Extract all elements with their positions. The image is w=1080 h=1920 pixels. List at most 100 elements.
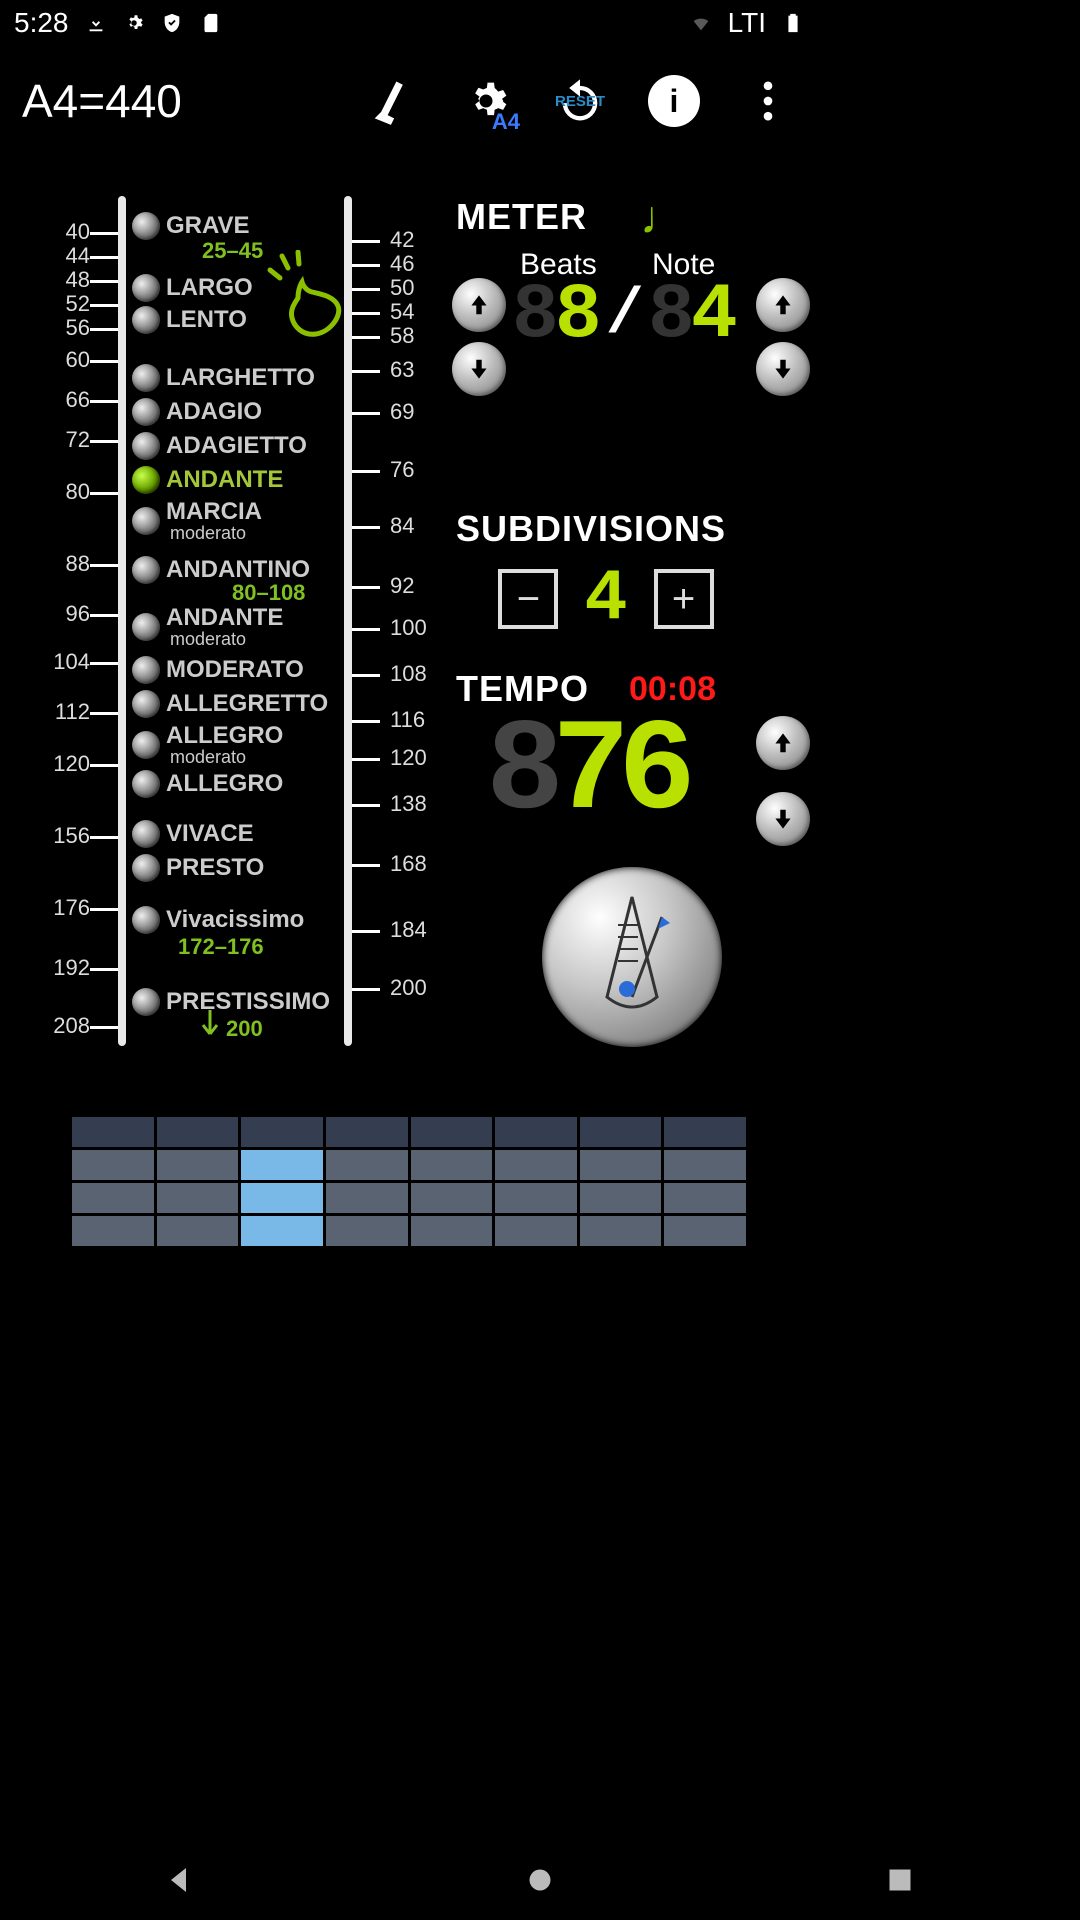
tempo-marking-lento[interactable]: LENTO xyxy=(132,306,247,334)
beat-cell[interactable] xyxy=(326,1117,408,1147)
scale-tick xyxy=(90,712,118,715)
beat-cell[interactable] xyxy=(411,1183,493,1213)
beat-cell[interactable] xyxy=(72,1216,154,1246)
a4-badge-label: A4 xyxy=(492,109,520,135)
beat-cell[interactable] xyxy=(241,1216,323,1246)
info-button[interactable]: i xyxy=(646,73,702,129)
scale-label: 96 xyxy=(66,601,90,627)
tempo-marking-prestissimo[interactable]: PRESTISSIMO xyxy=(132,988,330,1016)
scale-label: 69 xyxy=(390,399,414,425)
scale-label: 72 xyxy=(66,427,90,453)
tempo-marking-presto[interactable]: PRESTO xyxy=(132,854,264,882)
scale-label: 192 xyxy=(53,955,90,981)
beat-cell[interactable] xyxy=(580,1117,662,1147)
beat-cell[interactable] xyxy=(495,1150,577,1180)
back-button[interactable] xyxy=(162,1862,198,1898)
beat-cell[interactable] xyxy=(157,1183,239,1213)
metronome-icon xyxy=(542,867,722,1047)
marking-dot xyxy=(132,212,160,240)
meter-section: METER ♩ Beats Note 88 / 84 xyxy=(456,196,808,368)
marking-label: ANDANTE xyxy=(166,468,283,492)
tempo-marking-adagio[interactable]: ADAGIO xyxy=(132,398,262,426)
beat-cell[interactable] xyxy=(157,1216,239,1246)
battery-icon xyxy=(782,12,804,34)
tempo-marking-vivace[interactable]: VIVACE xyxy=(132,820,254,848)
beat-cell[interactable] xyxy=(326,1183,408,1213)
beat-cell[interactable] xyxy=(326,1150,408,1180)
tempo-marking-vivacissimo[interactable]: Vivacissimo xyxy=(132,906,304,934)
tempo-marking-moderato[interactable]: MODERATO xyxy=(132,656,304,684)
marking-dot xyxy=(132,432,160,460)
marking-dot xyxy=(132,274,160,302)
tempo-marking-adagietto[interactable]: ADAGIETTO xyxy=(132,432,307,460)
beat-cell[interactable] xyxy=(72,1117,154,1147)
beat-cell[interactable] xyxy=(495,1117,577,1147)
subdivisions-section: SUBDIVISIONS − 4 + xyxy=(456,508,808,640)
beat-cell[interactable] xyxy=(664,1183,746,1213)
tempo-marking-grave[interactable]: GRAVE xyxy=(132,212,250,240)
home-button[interactable] xyxy=(522,1862,558,1898)
status-time: 5:28 xyxy=(14,7,69,39)
beats-down-button[interactable] xyxy=(452,342,506,396)
beat-cell[interactable] xyxy=(495,1216,577,1246)
scale-label: 54 xyxy=(390,299,414,325)
tempo-marking-chart[interactable]: 25–45 80–108 172–176 200 404448525660667… xyxy=(10,196,430,1066)
beat-cell[interactable] xyxy=(664,1150,746,1180)
tempo-marking-andantino[interactable]: ANDANTINO xyxy=(132,556,310,584)
subdivisions-plus-button[interactable]: + xyxy=(654,569,714,629)
marking-dot xyxy=(132,364,160,392)
scale-tick xyxy=(352,336,380,339)
beat-grid[interactable] xyxy=(69,1114,749,1249)
overflow-menu-button[interactable] xyxy=(740,73,796,129)
tempo-marking-larghetto[interactable]: LARGHETTO xyxy=(132,364,315,392)
prestissimo-range: 200 xyxy=(226,1016,263,1042)
marking-label: ALLEGRETTO xyxy=(166,692,328,716)
tempo-marking-andante[interactable]: ANDANTE xyxy=(132,466,283,494)
beat-cell[interactable] xyxy=(411,1150,493,1180)
tempo-marking-marcia[interactable]: MARCIAmoderato xyxy=(132,500,262,542)
beat-cell[interactable] xyxy=(664,1216,746,1246)
tempo-down-button[interactable] xyxy=(756,792,810,846)
scale-tick xyxy=(352,674,380,677)
tempo-up-button[interactable] xyxy=(756,716,810,770)
beat-cell[interactable] xyxy=(241,1117,323,1147)
beats-up-button[interactable] xyxy=(452,278,506,332)
beat-cell[interactable] xyxy=(157,1150,239,1180)
marking-dot xyxy=(132,731,160,759)
status-network: LTI xyxy=(728,7,766,39)
beat-cell[interactable] xyxy=(580,1183,662,1213)
note-up-button[interactable] xyxy=(756,278,810,332)
tempo-marking-allegro[interactable]: ALLEGROmoderato xyxy=(132,724,283,766)
tempo-marking-andante[interactable]: ANDANTEmoderato xyxy=(132,606,283,648)
scale-tick xyxy=(90,400,118,403)
beat-cell[interactable] xyxy=(411,1117,493,1147)
beat-cell[interactable] xyxy=(157,1117,239,1147)
scale-tick xyxy=(90,836,118,839)
beat-cell[interactable] xyxy=(580,1150,662,1180)
beat-cell[interactable] xyxy=(241,1150,323,1180)
reset-button[interactable]: RESET xyxy=(552,73,608,129)
tempo-marking-allegretto[interactable]: ALLEGRETTO xyxy=(132,690,328,718)
app-toolbar: A4=440 A4 RESET i xyxy=(0,46,818,156)
beat-cell[interactable] xyxy=(580,1216,662,1246)
beat-cell[interactable] xyxy=(495,1183,577,1213)
tempo-marking-allegro[interactable]: ALLEGRO xyxy=(132,770,283,798)
pitch-settings-button[interactable]: A4 xyxy=(458,73,514,129)
beat-cell[interactable] xyxy=(72,1183,154,1213)
info-icon: i xyxy=(648,75,700,127)
beat-cell[interactable] xyxy=(411,1216,493,1246)
note-down-button[interactable] xyxy=(756,342,810,396)
metronome-start-button[interactable] xyxy=(542,867,722,1047)
recents-button[interactable] xyxy=(882,1862,918,1898)
scale-tick xyxy=(352,312,380,315)
subdivisions-minus-button[interactable]: − xyxy=(498,569,558,629)
tempo-marking-largo[interactable]: LARGO xyxy=(132,274,253,302)
beat-cell[interactable] xyxy=(72,1150,154,1180)
beat-cell[interactable] xyxy=(241,1183,323,1213)
wifi-icon xyxy=(690,12,712,34)
tuning-fork-button[interactable] xyxy=(364,73,420,129)
beat-cell[interactable] xyxy=(326,1216,408,1246)
scale-label: 92 xyxy=(390,573,414,599)
scale-label: 168 xyxy=(390,851,427,877)
beat-cell[interactable] xyxy=(664,1117,746,1147)
